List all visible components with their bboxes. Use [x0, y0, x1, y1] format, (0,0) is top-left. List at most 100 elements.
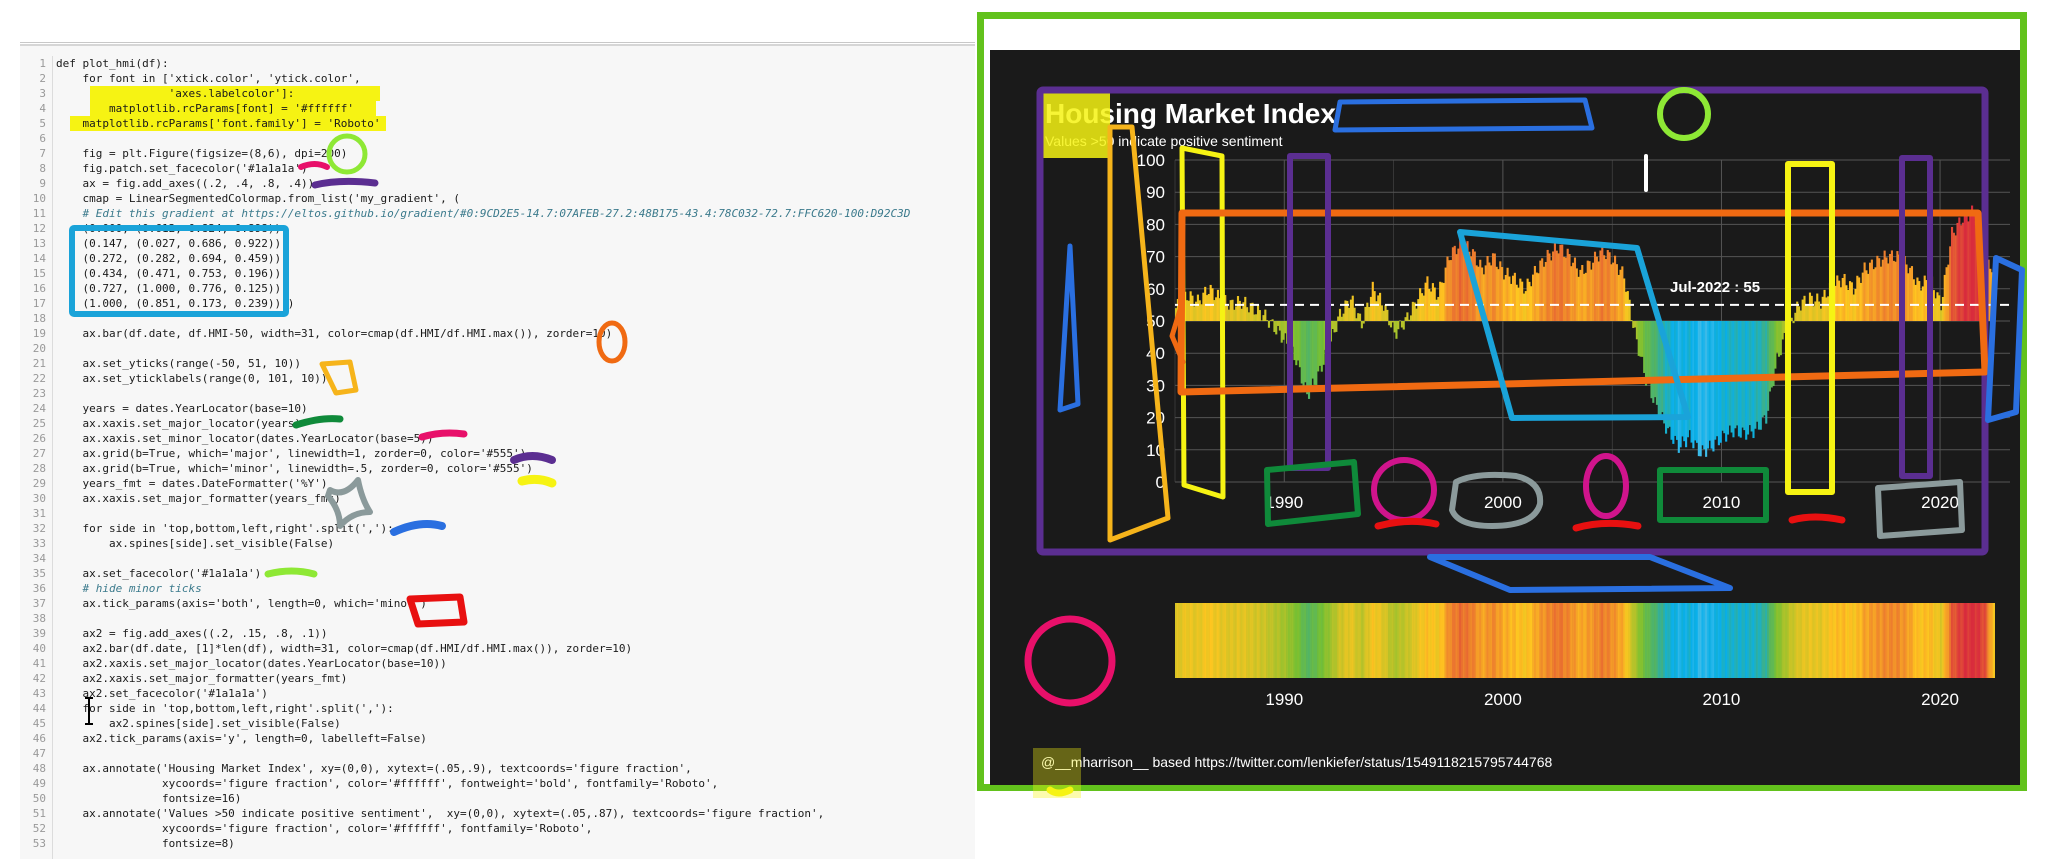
- hmi-bar: [1373, 291, 1376, 321]
- strip-bar: [1541, 603, 1544, 678]
- strip-bar: [1838, 603, 1841, 678]
- strip-bar: [1175, 603, 1178, 678]
- y-tick-label: 0: [1156, 473, 1165, 492]
- hmi-bar: [1504, 275, 1507, 321]
- strip-bar: [1205, 603, 1209, 678]
- strip-bar: [1701, 603, 1704, 678]
- strip-bar: [1289, 603, 1292, 678]
- hmi-bar: [1954, 235, 1957, 321]
- hmi-bar: [1546, 249, 1549, 321]
- strip-bar: [1309, 603, 1312, 678]
- strip-bar: [1874, 603, 1877, 678]
- strip-bar: [1721, 603, 1724, 678]
- hmi-bar: [1923, 275, 1926, 321]
- hmi-bar: [1699, 321, 1702, 457]
- strip-bar: [1424, 603, 1427, 678]
- hmi-bar: [1309, 321, 1312, 388]
- strip-bar: [1808, 603, 1812, 678]
- strip-bar: [1961, 603, 1965, 678]
- strip-bar: [1481, 603, 1484, 678]
- strip-bar: [1287, 603, 1291, 678]
- strip-bar: [1848, 603, 1852, 678]
- strip-bar: [1950, 603, 1954, 678]
- hmi-bar: [1623, 278, 1626, 321]
- x-tick-label: 2000: [1484, 493, 1522, 512]
- strip-bar: [1907, 603, 1910, 678]
- hmi-bar: [1834, 285, 1837, 321]
- hmi-bar: [1220, 306, 1223, 321]
- strip-bar: [1850, 603, 1853, 678]
- hmi-bar: [1196, 294, 1199, 321]
- hmi-bar: [1240, 308, 1243, 321]
- strip-bar: [1180, 603, 1183, 678]
- hmi-bar: [1389, 321, 1393, 328]
- strip-bar: [1686, 603, 1689, 678]
- strip-bar: [1550, 603, 1553, 678]
- hmi-bar: [1856, 275, 1859, 321]
- strip-bar: [1810, 603, 1813, 678]
- strip-bar: [1317, 603, 1320, 678]
- chart-title: Housing Market Index: [1045, 98, 1336, 129]
- hmi-bar: [1759, 321, 1762, 430]
- strip-bar: [1318, 603, 1322, 678]
- strip-bar: [1767, 603, 1770, 678]
- strip-bar: [1196, 603, 1199, 678]
- hmi-bar: [1761, 321, 1764, 417]
- hmi-bar: [1482, 274, 1485, 321]
- hmi-bar: [1865, 270, 1868, 321]
- strip-bar: [1754, 603, 1757, 678]
- hmi-bar: [1661, 321, 1664, 413]
- strip-bar: [1202, 603, 1205, 678]
- hmi-bar: [1431, 283, 1434, 321]
- hmi-bar: [1202, 292, 1205, 321]
- hmi-bar: [1331, 321, 1334, 329]
- strip-bar: [1623, 603, 1626, 678]
- hmi-bar: [1768, 321, 1771, 392]
- strip-bar: [1847, 603, 1850, 678]
- strip-bar: [1717, 603, 1720, 678]
- strip-bar: [1420, 603, 1424, 678]
- hmi-bar: [1420, 293, 1424, 321]
- hmi-bar: [1393, 321, 1396, 333]
- hmi-bar: [1519, 278, 1522, 321]
- strip-bar: [1918, 603, 1921, 678]
- hmi-bar: [1530, 286, 1533, 321]
- strip-bar: [1595, 603, 1598, 678]
- strip-bar: [1916, 603, 1919, 678]
- strip-bar: [1725, 603, 1728, 678]
- strip-bar: [1921, 603, 1924, 678]
- strip-bar: [1297, 603, 1300, 678]
- y-tick-label: 40: [1146, 344, 1165, 363]
- hmi-bar: [1277, 321, 1280, 326]
- strip-bar: [1985, 603, 1988, 678]
- strip-bar: [1699, 603, 1702, 678]
- hmi-bar: [1677, 321, 1680, 453]
- hmi-bar: [1184, 291, 1187, 321]
- strip-bar: [1705, 603, 1708, 678]
- hmi-bar: [1371, 281, 1374, 321]
- strip-bar: [1353, 603, 1356, 678]
- hmi-bar: [1300, 321, 1303, 384]
- hmi-bar: [1291, 321, 1294, 347]
- hmi-bar: [1688, 321, 1691, 431]
- hmi-bar: [1608, 252, 1611, 321]
- strip-bar: [1187, 603, 1190, 678]
- strip-bar: [1963, 603, 1966, 678]
- hmi-bar: [1406, 312, 1409, 321]
- hmi-bar: [1732, 321, 1735, 438]
- hmi-bar: [1810, 295, 1813, 321]
- hmi-bar: [1905, 264, 1908, 321]
- strip-bar: [1266, 603, 1269, 678]
- strip-bar: [1195, 603, 1198, 678]
- hmi-bar: [1178, 305, 1181, 321]
- strip-bar: [1586, 603, 1589, 678]
- hmi-bar: [1457, 248, 1460, 321]
- hmi-bar: [1455, 254, 1458, 321]
- hmi-bar: [1382, 310, 1385, 321]
- strip-bar: [1415, 603, 1418, 678]
- strip-bar: [1386, 603, 1389, 678]
- y-tick-label: 60: [1146, 280, 1165, 299]
- strip-bar: [1583, 603, 1586, 678]
- hmi-bar: [1304, 321, 1307, 383]
- strip-bar: [1504, 603, 1507, 678]
